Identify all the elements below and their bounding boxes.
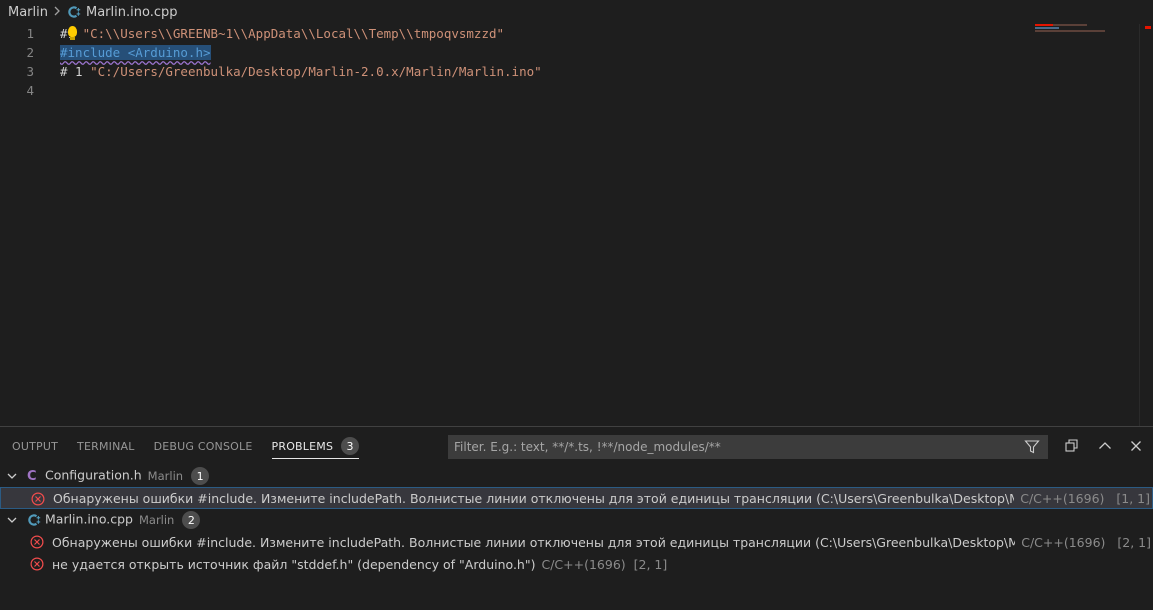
code-line-2[interactable]: 2 #include <Arduino.h>	[0, 43, 1030, 62]
tab-label: DEBUG CONSOLE	[153, 439, 253, 453]
problem-message: не удается открыть источник файл "stddef…	[52, 556, 536, 572]
group-file-name: Configuration.h	[45, 467, 142, 483]
bottom-panel: OUTPUT TERMINAL DEBUG CONSOLE PROBLEMS 3 …	[0, 426, 1153, 610]
problems-filter-input[interactable]	[448, 435, 1048, 459]
panel-tabs: OUTPUT TERMINAL DEBUG CONSOLE PROBLEMS 3	[0, 427, 440, 465]
chevron-down-icon[interactable]	[6, 514, 18, 526]
problem-source: C/C++(1696)	[541, 556, 626, 572]
problem-message: Обнаружены ошибки #include. Измените inc…	[53, 490, 1138, 506]
filter-icon[interactable]	[1024, 439, 1040, 455]
breadcrumb: Marlin Marlin.ino.cpp	[0, 0, 1153, 24]
code-line-4[interactable]: 4	[0, 81, 1030, 100]
code-editor[interactable]: 1 #1 "C:\\Users\\GREENB~1\\AppData\\Loca…	[0, 24, 1153, 426]
group-dir: Marlin	[147, 468, 184, 483]
problem-source: C/C++(1696)	[1020, 490, 1105, 506]
chevron-right-icon	[53, 5, 61, 19]
problem-position: [2, 1]	[1117, 534, 1151, 550]
line-number: 1	[26, 26, 34, 41]
scrollbar-error-marker	[1145, 26, 1151, 29]
chevron-down-icon[interactable]	[6, 470, 18, 482]
group-count-badge: 1	[191, 467, 210, 485]
problem-meta: C/C++(1696) [1, 1]	[1014, 490, 1152, 506]
line-marker: # 1	[60, 64, 91, 79]
c-file-icon: C	[27, 468, 37, 484]
problem-meta: C/C++(1696) [2, 1]	[1015, 534, 1153, 550]
problem-source: C/C++(1696)	[1021, 534, 1106, 550]
breadcrumb-folder[interactable]: Marlin	[8, 5, 48, 20]
code-text: # 1 "C:/Users/Greenbulka/Desktop/Marlin-…	[60, 64, 542, 79]
problem-message-line: не удается открыть источник файл "stddef…	[52, 557, 667, 572]
group-label: Marlin.ino.cpp Marlin 2	[45, 511, 201, 529]
cpp-file-icon	[27, 513, 41, 531]
minimap-line	[1035, 27, 1059, 29]
code-text: #1 "C:\\Users\\GREENB~1\\AppData\\Local\…	[60, 26, 504, 41]
error-icon	[31, 492, 45, 506]
chevron-up-icon[interactable]	[1096, 437, 1114, 455]
problem-item[interactable]: не удается открыть источник файл "stddef…	[0, 553, 1153, 575]
code-line-3[interactable]: 3 # 1 "C:/Users/Greenbulka/Desktop/Marli…	[0, 62, 1030, 81]
tab-terminal[interactable]: TERMINAL	[77, 427, 135, 465]
group-dir: Marlin	[138, 512, 175, 527]
minimap-error-marker	[1035, 24, 1053, 26]
error-icon	[30, 535, 44, 549]
line-number: 4	[26, 83, 34, 98]
minimap-line	[1035, 30, 1105, 32]
lightbulb-icon[interactable]	[68, 26, 77, 40]
restore-panel-icon[interactable]	[1063, 437, 1081, 455]
code-line-1[interactable]: 1 #1 "C:\\Users\\GREENB~1\\AppData\\Loca…	[0, 24, 1030, 43]
path-string: "C:\\Users\\GREENB~1\\AppData\\Local\\Te…	[82, 26, 505, 41]
line-number: 3	[26, 64, 34, 79]
close-icon[interactable]	[1127, 437, 1145, 455]
line-number: 2	[26, 45, 34, 60]
tab-debug-console[interactable]: DEBUG CONSOLE	[154, 427, 253, 465]
tab-output[interactable]: OUTPUT	[12, 427, 58, 465]
group-file-name: Marlin.ino.cpp	[45, 511, 133, 527]
problem-position: [2, 1]	[633, 556, 668, 572]
cpp-file-icon	[67, 5, 81, 19]
vertical-scrollbar[interactable]	[1139, 24, 1153, 426]
problem-message: Обнаружены ошибки #include. Измените inc…	[52, 534, 1137, 550]
path-string: "C:/Users/Greenbulka/Desktop/Marlin-2.0.…	[90, 64, 542, 79]
problem-item[interactable]: Обнаружены ошибки #include. Измените inc…	[0, 531, 1153, 553]
problem-group-marlin-ino[interactable]: Marlin.ino.cpp Marlin 2	[0, 509, 1153, 531]
tab-label: TERMINAL	[77, 439, 135, 453]
problem-item[interactable]: Обнаружены ошибки #include. Измените inc…	[0, 487, 1153, 509]
problems-count-badge: 3	[341, 437, 360, 455]
directive-hash: #	[60, 26, 68, 41]
problem-group-configuration[interactable]: C Configuration.h Marlin 1	[0, 465, 1153, 487]
tab-label: OUTPUT	[12, 439, 59, 453]
error-icon	[30, 557, 44, 571]
minimap[interactable]	[1035, 24, 1153, 426]
include-directive: #include <Arduino.h>	[60, 45, 211, 60]
tab-label: PROBLEMS	[271, 439, 334, 453]
group-label: Configuration.h Marlin 1	[45, 467, 210, 485]
tab-problems[interactable]: PROBLEMS 3	[271, 427, 360, 465]
breadcrumb-file[interactable]: Marlin.ino.cpp	[86, 5, 177, 20]
problem-position: [1, 1]	[1116, 490, 1150, 506]
group-count-badge: 2	[182, 511, 201, 529]
